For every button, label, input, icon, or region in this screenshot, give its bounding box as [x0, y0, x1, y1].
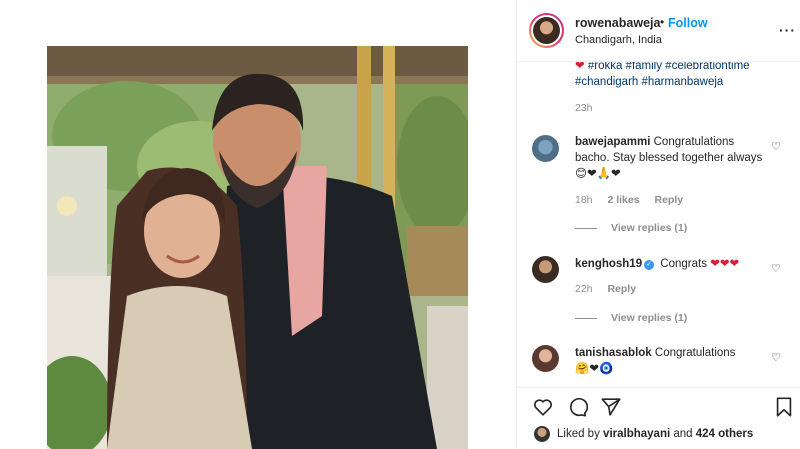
commenter-avatar[interactable]	[532, 345, 559, 372]
comment-like-heart-icon[interactable]: ♡	[771, 351, 781, 364]
author-username[interactable]: rowenabaweja	[575, 16, 660, 30]
view-replies-button[interactable]: View replies (1)	[575, 312, 687, 324]
follow-button[interactable]: Follow	[668, 16, 708, 30]
post-photo[interactable]	[47, 46, 468, 449]
comment-emoji: 😊❤🙏❤	[575, 168, 621, 180]
verified-badge-icon: ✓	[644, 260, 655, 270]
comments-list[interactable]: ❤ #rokka #family #celebrationtime #chand…	[517, 62, 800, 387]
bookmark-icon[interactable]	[773, 396, 795, 418]
share-icon[interactable]	[600, 396, 622, 418]
comment-body: bawejapammi Congratulations bacho. Stay …	[575, 134, 765, 182]
heart-icon[interactable]	[532, 396, 554, 418]
author-avatar-image	[533, 17, 560, 44]
comment-text: Congratulations	[654, 347, 736, 359]
post-media-pane	[0, 0, 516, 449]
caption-heart-emoji: ❤	[575, 62, 585, 72]
comment-reply-button[interactable]: Reply	[655, 194, 684, 206]
view-replies-line	[575, 227, 597, 229]
comment-reply-button[interactable]: Reply	[607, 283, 636, 295]
comment-body: kenghosh19 ✓ Congrats ❤❤❤	[575, 256, 765, 272]
comment-emoji: ❤❤❤	[710, 258, 740, 270]
comment-time[interactable]: 22h	[575, 283, 593, 295]
commenter-avatar[interactable]	[532, 256, 559, 283]
commenter-username[interactable]: bawejapammi	[575, 136, 650, 148]
post-header: rowenabaweja • Follow Chandigarh, India …	[517, 0, 800, 62]
comment-body: tanishasablok Congratulations 🤗❤🧿	[575, 345, 765, 377]
post-sidebar: rowenabaweja • Follow Chandigarh, India …	[516, 0, 800, 449]
liked-by-prefix: Liked by	[557, 428, 600, 440]
commenter-username[interactable]: kenghosh19	[575, 258, 642, 270]
author-avatar-inner	[531, 15, 562, 46]
liked-by-and: and	[673, 428, 693, 440]
comment-meta: 22h Reply	[575, 283, 648, 295]
caption-hashtags-line1[interactable]: #rokka #family #celebrationtime	[588, 62, 750, 72]
comment-likes[interactable]: 2 likes	[607, 194, 639, 206]
caption-hashtags-line2[interactable]: #chandigarh #harmanbaweja	[575, 76, 723, 88]
comment-icon[interactable]	[566, 396, 588, 418]
comment-time[interactable]: 18h	[575, 194, 593, 206]
comment-text: Congrats	[660, 258, 707, 270]
author-avatar[interactable]	[529, 13, 564, 48]
liked-by-user[interactable]: viralbhayani	[603, 428, 670, 440]
liker-avatar[interactable]	[534, 426, 550, 442]
liked-by-others[interactable]: 424 others	[696, 428, 754, 440]
post-actions: Liked by viralbhayani and 424 others	[517, 387, 800, 449]
comment-like-heart-icon[interactable]: ♡	[771, 140, 781, 153]
comment-like-heart-icon[interactable]: ♡	[771, 262, 781, 275]
liked-by-summary: Liked by viralbhayani and 424 others	[557, 428, 753, 440]
caption-hashtags: ❤ #rokka #family #celebrationtime #chand…	[575, 62, 789, 90]
comment-emoji: 🤗❤🧿	[575, 363, 614, 375]
caption-timestamp[interactable]: 23h	[575, 102, 593, 114]
view-replies-label: View replies (1)	[611, 312, 688, 324]
more-options-icon[interactable]: ···	[779, 22, 796, 38]
comment-meta: 18h 2 likes Reply	[575, 194, 695, 206]
view-replies-button[interactable]: View replies (1)	[575, 222, 687, 234]
view-replies-line	[575, 317, 597, 319]
post-location[interactable]: Chandigarh, India	[575, 34, 662, 46]
post-photo-illustration	[47, 46, 468, 449]
commenter-avatar[interactable]	[532, 135, 559, 162]
separator-dot: •	[660, 15, 665, 29]
commenter-username[interactable]: tanishasablok	[575, 347, 652, 359]
view-replies-label: View replies (1)	[611, 222, 688, 234]
